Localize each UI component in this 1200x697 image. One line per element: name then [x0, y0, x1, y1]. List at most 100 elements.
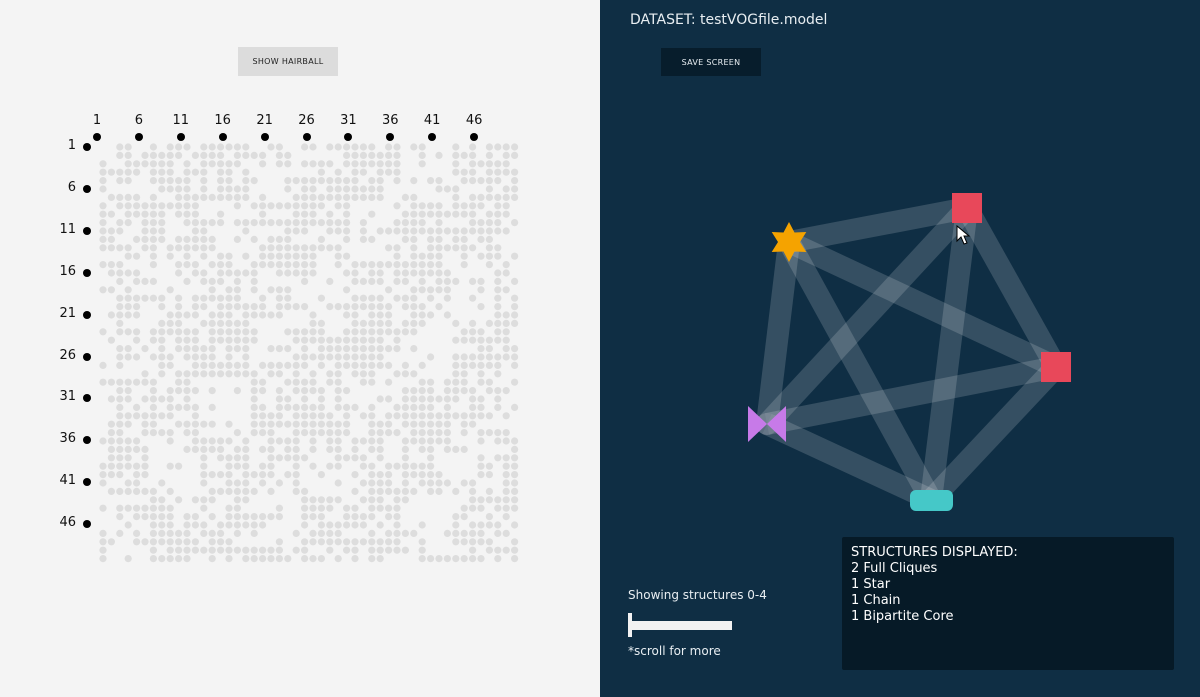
matrix-cell — [326, 345, 334, 353]
matrix-cell — [116, 454, 124, 462]
clique-square-icon[interactable] — [1041, 352, 1071, 382]
matrix-cell — [133, 193, 141, 201]
matrix-cell — [301, 160, 309, 168]
matrix-cell — [301, 454, 309, 462]
slider-handle[interactable] — [628, 613, 632, 637]
matrix-cell — [225, 168, 233, 176]
matrix-cell — [133, 529, 141, 538]
matrix-cell — [133, 487, 141, 495]
matrix-cell — [326, 185, 334, 193]
matrix-cell — [116, 311, 124, 319]
matrix-cell — [191, 403, 199, 411]
matrix-cell — [410, 193, 418, 201]
matrix-cell — [334, 521, 342, 529]
matrix-cell — [292, 193, 300, 201]
matrix-cell — [502, 387, 510, 395]
clique-square-icon[interactable] — [952, 193, 982, 223]
matrix-cell — [242, 462, 250, 470]
matrix-cell — [284, 378, 292, 386]
matrix-cell — [502, 546, 510, 554]
matrix-cell — [309, 261, 317, 269]
matrix-cell — [334, 395, 342, 403]
matrix-cell — [401, 546, 409, 554]
matrix-cell — [393, 328, 401, 336]
matrix-cell — [200, 193, 208, 201]
matrix-cell — [158, 235, 166, 243]
matrix-cell — [485, 227, 493, 235]
matrix-cell — [443, 420, 451, 428]
matrix-cell — [494, 219, 502, 227]
matrix-cell — [149, 328, 157, 336]
matrix-cell — [259, 219, 267, 227]
matrix-cell — [309, 538, 317, 546]
matrix-cell — [477, 177, 485, 185]
matrix-cell — [343, 345, 351, 353]
matrix-cell — [326, 193, 334, 201]
matrix-cell — [116, 193, 124, 201]
matrix-cell — [343, 538, 351, 546]
matrix-cell — [225, 361, 233, 369]
matrix-cell — [452, 235, 460, 243]
matrix-cell — [418, 378, 426, 386]
matrix-cell — [133, 504, 141, 512]
matrix-cell — [183, 168, 191, 176]
matrix-cell — [208, 345, 216, 353]
matrix-cell — [175, 202, 183, 210]
column-label: 46 — [465, 113, 483, 128]
matrix-cell — [510, 538, 519, 546]
matrix-cell — [99, 546, 107, 554]
matrix-cell — [351, 269, 359, 277]
matrix-cell — [401, 445, 409, 453]
matrix-cell — [326, 412, 334, 420]
matrix-cell — [200, 454, 208, 462]
matrix-cell — [427, 177, 435, 185]
matrix-cell — [191, 445, 199, 453]
matrix-cell — [275, 538, 283, 546]
matrix-cell — [233, 445, 241, 453]
structure-range-slider[interactable] — [628, 613, 732, 637]
matrix-cell — [452, 319, 460, 327]
matrix-cell — [225, 261, 233, 269]
matrix-cell — [401, 420, 409, 428]
matrix-cell — [368, 277, 376, 285]
chain-rounded-rect-icon[interactable] — [910, 490, 953, 511]
matrix-cell — [418, 227, 426, 235]
matrix-cell — [309, 210, 317, 218]
matrix-cell — [149, 160, 157, 168]
matrix-cell — [418, 361, 426, 369]
matrix-cell — [317, 513, 325, 521]
matrix-cell — [334, 462, 342, 470]
matrix-cell — [217, 319, 225, 327]
matrix-cell — [359, 521, 367, 529]
matrix-cell — [275, 286, 283, 294]
matrix-cell — [141, 504, 149, 512]
matrix-cell — [124, 219, 132, 227]
matrix-cell — [208, 319, 216, 327]
matrix-cell — [292, 437, 300, 445]
slider-track[interactable] — [628, 621, 732, 630]
matrix-cell — [510, 177, 519, 185]
matrix-cell — [284, 361, 292, 369]
structure-count-item: 1 Star — [851, 577, 891, 592]
matrix-cell — [469, 168, 477, 176]
matrix-cell — [233, 504, 241, 512]
matrix-cell — [292, 202, 300, 210]
matrix-cell — [166, 143, 174, 151]
matrix-cell — [284, 445, 292, 453]
matrix-cell — [166, 177, 174, 185]
matrix-cell — [208, 235, 216, 243]
matrix-cell — [183, 202, 191, 210]
matrix-cell — [292, 177, 300, 185]
matrix-cell — [469, 487, 477, 495]
matrix-cell — [376, 521, 384, 529]
matrix-cell — [124, 395, 132, 403]
matrix-cell — [124, 210, 132, 218]
matrix-cell — [443, 479, 451, 487]
matrix-cell — [149, 513, 157, 521]
matrix-cell — [149, 244, 157, 252]
matrix-cell — [301, 252, 309, 260]
row-label: 41 — [59, 473, 76, 489]
matrix-cell — [183, 244, 191, 252]
matrix-cell — [107, 454, 115, 462]
matrix-cell — [343, 143, 351, 151]
